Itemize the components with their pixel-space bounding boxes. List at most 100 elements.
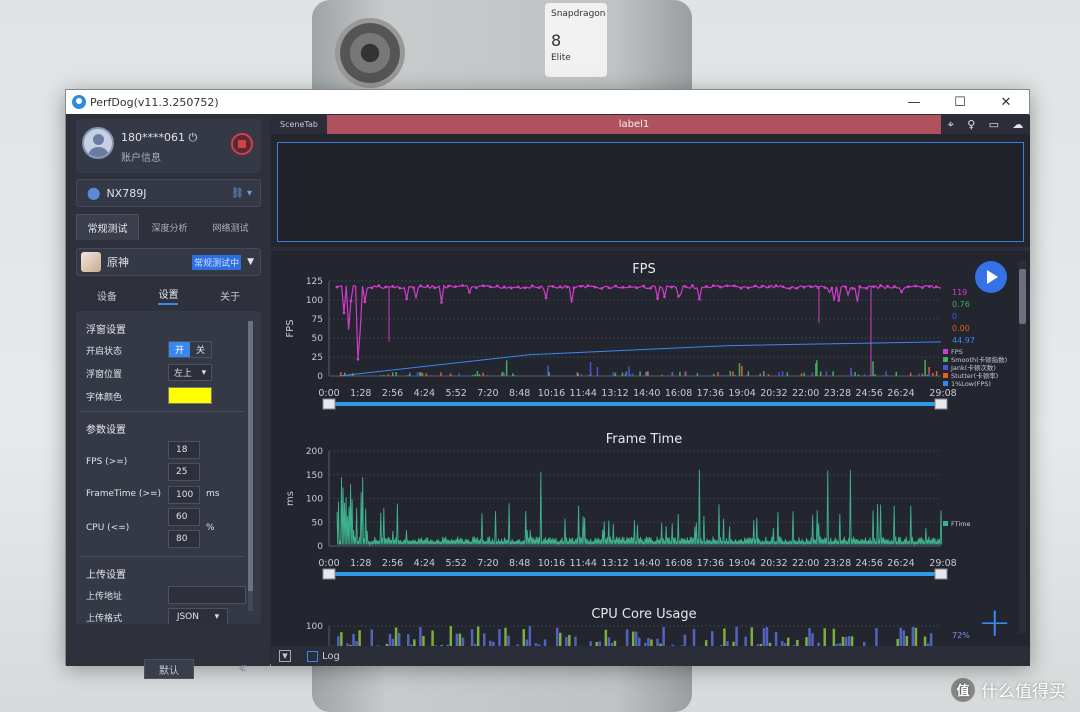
cpu-threshold-input-2[interactable]: 80 bbox=[168, 530, 200, 548]
charts-scrollbar[interactable] bbox=[1019, 261, 1026, 633]
app-selector[interactable]: 原神 常规测试中 ▼ bbox=[76, 248, 261, 276]
test-status-badge: 常规测试中 bbox=[192, 254, 242, 270]
upload-format-select[interactable]: JSON ▾ bbox=[168, 608, 228, 624]
cpu-usage-bar bbox=[929, 633, 933, 646]
smooth-bar bbox=[738, 363, 741, 376]
collapse-icon[interactable]: ‹‹ bbox=[238, 658, 247, 677]
smooth-bar bbox=[340, 372, 342, 376]
fps-threshold-input-1[interactable]: 18 bbox=[168, 441, 200, 459]
legend-label: Smooth(卡顿指数) bbox=[951, 355, 1007, 364]
subtab-about[interactable]: 关于 bbox=[220, 288, 240, 303]
avatar[interactable] bbox=[82, 127, 114, 159]
y-tick-label: 50 bbox=[312, 334, 324, 344]
smooth-bar bbox=[786, 372, 789, 376]
legend-swatch bbox=[943, 521, 948, 526]
pin-icon[interactable]: ♀ bbox=[967, 118, 975, 132]
location-icon[interactable]: ⌖ bbox=[948, 118, 954, 132]
toggle-off[interactable]: 关 bbox=[190, 342, 211, 357]
fps-point bbox=[927, 285, 931, 288]
scene-tab[interactable]: SceneTab bbox=[271, 115, 327, 134]
toggle-on[interactable]: 开 bbox=[169, 342, 190, 357]
chevron-down-icon: ▾ bbox=[201, 367, 207, 378]
fps-point bbox=[391, 284, 395, 288]
add-chart-button[interactable]: + bbox=[978, 603, 1012, 643]
frametime-label: FrameTime (>=) bbox=[86, 489, 162, 499]
upload-address-input[interactable] bbox=[168, 586, 246, 604]
settings-scrollbar[interactable] bbox=[248, 321, 253, 611]
fps-threshold-label: FPS (>=) bbox=[86, 457, 128, 467]
expand-icon[interactable]: ▼ bbox=[279, 650, 291, 662]
fps-point bbox=[823, 286, 827, 289]
fps-point bbox=[900, 290, 903, 294]
fps-point bbox=[335, 285, 339, 289]
fps-point bbox=[593, 285, 597, 289]
fps-point bbox=[349, 299, 353, 303]
legend-label: FTime bbox=[951, 520, 971, 528]
fps-point bbox=[468, 290, 471, 294]
ftime-series-line bbox=[336, 469, 943, 547]
app-icon bbox=[81, 252, 101, 272]
y-tick-label: 0 bbox=[317, 542, 323, 552]
fps-point bbox=[781, 285, 785, 289]
smooth-bar bbox=[458, 373, 460, 376]
fps-point bbox=[795, 286, 799, 290]
float-window-toggle[interactable]: 开 关 bbox=[168, 341, 212, 358]
chip-tier: Elite bbox=[551, 53, 571, 63]
device-selector[interactable]: ⬤ NX789J ⛓ ▾ bbox=[76, 179, 261, 207]
cpu-usage-bar bbox=[914, 627, 918, 646]
frametime-input[interactable]: 100 bbox=[168, 486, 200, 504]
x-tick-label: 26:24 bbox=[887, 558, 914, 569]
subtab-settings[interactable]: 设置 bbox=[158, 286, 179, 305]
subtab-device[interactable]: 设备 bbox=[97, 288, 117, 303]
smooth-bar bbox=[872, 361, 874, 376]
x-tick-label: 1:28 bbox=[350, 388, 371, 399]
cpu-unit: % bbox=[206, 523, 215, 533]
x-tick-label: 5:52 bbox=[445, 388, 466, 399]
fps-point bbox=[865, 286, 869, 290]
position-select[interactable]: 左上 ▾ bbox=[168, 364, 212, 381]
fps-point bbox=[481, 284, 485, 288]
cpu-usage-bar bbox=[455, 633, 459, 646]
fps-threshold-input-2[interactable]: 25 bbox=[168, 463, 200, 481]
scene-label[interactable]: label1 bbox=[327, 115, 941, 134]
cpu-usage-bar bbox=[397, 632, 401, 646]
smooth-bar bbox=[612, 372, 614, 376]
current-value: 44.97 bbox=[952, 336, 975, 345]
smooth-bar bbox=[580, 374, 583, 376]
fps-point bbox=[767, 285, 771, 289]
account-info-link[interactable]: 账户信息 bbox=[121, 149, 161, 164]
cpu-usage-bar bbox=[337, 636, 340, 646]
cloud-icon[interactable]: ☁ bbox=[1012, 118, 1023, 132]
tab-network-test[interactable]: 网络测试 bbox=[200, 214, 261, 240]
fps-series-line bbox=[336, 284, 942, 360]
left-panel: 180****061 ⏻ 账户信息 ⬤ NX789J ⛓ ▾ 常规测试 深度分析… bbox=[66, 115, 270, 679]
record-stop-button[interactable] bbox=[231, 133, 253, 155]
x-tick-label: 17:36 bbox=[697, 388, 724, 399]
font-color-swatch[interactable] bbox=[168, 387, 212, 404]
x-tick-label: 2:56 bbox=[382, 558, 403, 569]
default-button[interactable]: 默认 bbox=[144, 659, 194, 679]
current-value: 0 bbox=[952, 312, 957, 321]
fps-point bbox=[342, 311, 346, 315]
fps-point bbox=[600, 287, 604, 290]
maximize-button[interactable]: ☐ bbox=[937, 90, 983, 114]
scrollbar-thumb[interactable] bbox=[248, 321, 253, 591]
close-button[interactable]: ✕ bbox=[983, 90, 1029, 114]
fps-point bbox=[677, 294, 680, 298]
cpu-usage-bar bbox=[808, 627, 811, 646]
tab-normal-test[interactable]: 常规测试 bbox=[76, 214, 139, 240]
folder-icon[interactable]: ▭ bbox=[989, 118, 999, 132]
tab-deep-analysis[interactable]: 深度分析 bbox=[139, 214, 200, 240]
minimize-button[interactable]: — bbox=[891, 90, 937, 114]
play-button[interactable] bbox=[975, 261, 1007, 293]
cpu-threshold-input-1[interactable]: 60 bbox=[168, 508, 200, 526]
log-toggle[interactable]: Log bbox=[307, 650, 340, 662]
scene-area[interactable] bbox=[277, 142, 1024, 242]
y-tick-label: 125 bbox=[306, 277, 323, 287]
scrollbar-thumb[interactable] bbox=[1019, 269, 1026, 324]
x-tick-label: 7:20 bbox=[477, 388, 498, 399]
link-icon[interactable]: ⛓ ▾ bbox=[231, 188, 252, 199]
fps-point bbox=[516, 285, 520, 289]
log-checkbox[interactable] bbox=[307, 650, 318, 662]
user-name: 180****061 ⏻ bbox=[121, 131, 198, 144]
